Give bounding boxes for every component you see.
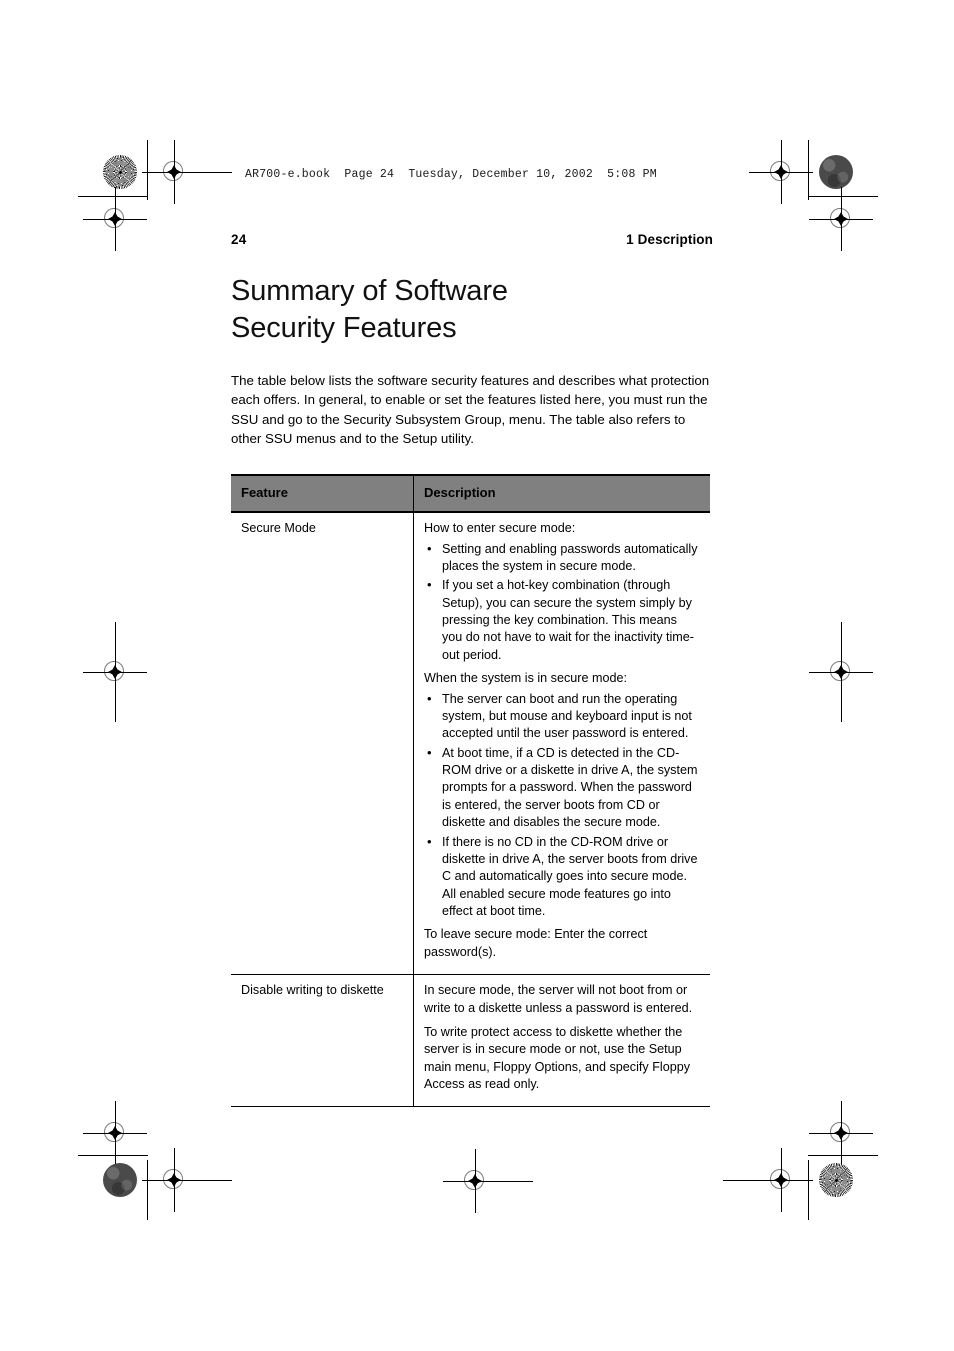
crop-mark-line: [147, 1160, 148, 1220]
description-paragraph: To leave secure mode: Enter the correct …: [424, 927, 648, 959]
security-features-table: Feature Description Secure Mode How to e…: [231, 474, 710, 1108]
feature-description: In secure mode, the server will not boot…: [413, 974, 710, 1108]
table-body: Secure Mode How to enter secure mode: Se…: [231, 512, 710, 1108]
crop-mark-line: [808, 140, 809, 200]
book-file-stamp: AR700-e.book Page 24 Tuesday, December 1…: [245, 168, 657, 181]
page-content: 24 1 Description Summary of Software Sec…: [231, 232, 713, 1108]
description-bullet-list: Setting and enabling passwords automatic…: [424, 540, 700, 665]
feature-name: Disable writing to diskette: [231, 974, 414, 1108]
description-paragraph: When the system is in secure mode:: [424, 671, 627, 686]
feature-name: Secure Mode: [231, 512, 414, 976]
intro-paragraph: The table below lists the software secur…: [231, 373, 710, 447]
column-header-feature: Feature: [231, 474, 414, 514]
column-header-description: Description: [413, 474, 710, 514]
description-bullet-list: The server can boot and run the operatin…: [424, 690, 700, 921]
crop-mark-line: [808, 196, 878, 197]
table-header-row: Feature Description: [231, 474, 710, 514]
registration-star-mark: [819, 1163, 853, 1197]
crop-mark-line: [147, 140, 148, 200]
crop-mark-line: [808, 1160, 809, 1220]
list-item: The server can boot and run the operatin…: [424, 690, 700, 743]
registration-star-mark: [103, 155, 137, 189]
list-item: If you set a hot-key combination (throug…: [424, 576, 700, 664]
page-title-line-1: Summary of Software: [231, 275, 508, 307]
page-number: 24: [231, 232, 247, 247]
feature-description: How to enter secure mode: Setting and en…: [413, 512, 710, 976]
crop-mark-line: [808, 1155, 878, 1156]
crop-mark-line: [78, 1155, 148, 1156]
description-paragraph: To write protect access to diskette whet…: [424, 1024, 690, 1092]
table-row: Disable writing to diskette In secure mo…: [231, 974, 710, 1108]
table-row: Secure Mode How to enter secure mode: Se…: [231, 512, 710, 976]
page-title: Summary of Software Security Features: [231, 273, 713, 347]
page-title-line-2: Security Features: [231, 312, 457, 345]
table-header: Feature Description: [231, 474, 710, 514]
crop-mark-line: [78, 196, 148, 197]
document-page: AR700-e.book Page 24 Tuesday, December 1…: [0, 0, 954, 1351]
list-item: At boot time, if a CD is detected in the…: [424, 744, 700, 832]
running-header: 24 1 Description: [231, 232, 713, 247]
list-item: If there is no CD in the CD-ROM drive or…: [424, 833, 700, 921]
density-patch-mark: [103, 1163, 137, 1197]
list-item: Setting and enabling passwords automatic…: [424, 540, 700, 576]
description-paragraph: In secure mode, the server will not boot…: [424, 983, 693, 1015]
density-patch-mark: [819, 155, 853, 189]
description-paragraph: How to enter secure mode:: [424, 521, 576, 536]
chapter-label: 1 Description: [626, 232, 713, 247]
